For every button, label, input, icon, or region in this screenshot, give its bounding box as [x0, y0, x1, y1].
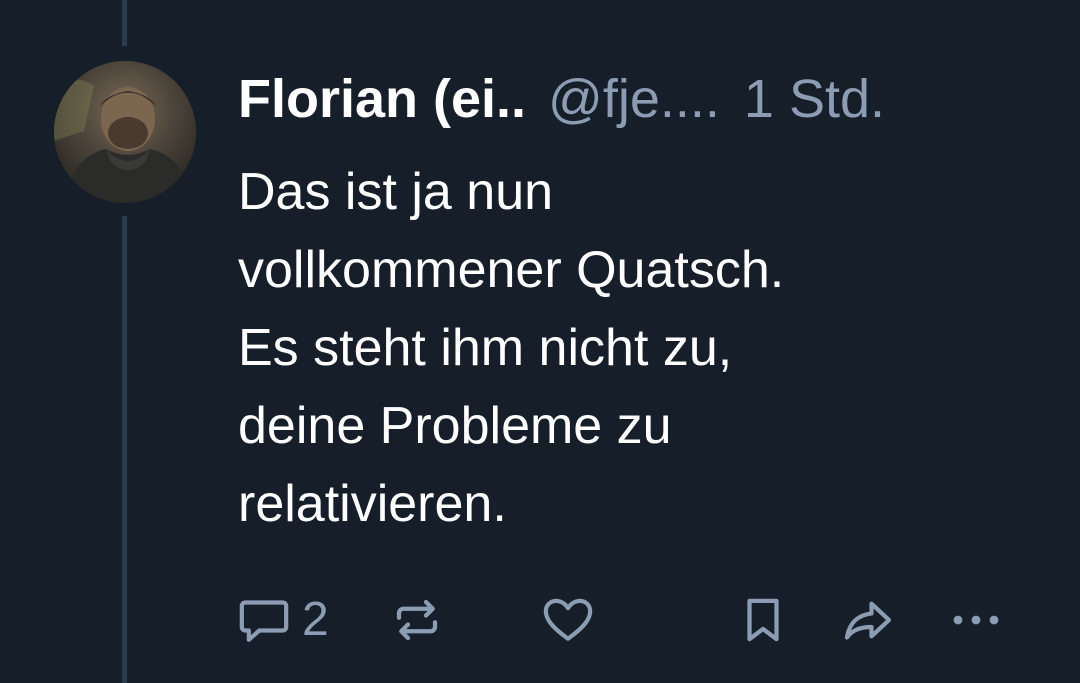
- avatar[interactable]: [54, 61, 196, 203]
- share-button[interactable]: [838, 588, 898, 652]
- ellipsis-icon: [953, 615, 999, 625]
- bookmark-button[interactable]: [736, 588, 790, 652]
- post-text-line: Das ist ja nun: [238, 163, 554, 221]
- reply-count: 2: [302, 593, 329, 646]
- post-header: Florian (ei.. @fje.... 1 Std.: [238, 64, 885, 134]
- reply-button[interactable]: 2: [236, 588, 329, 652]
- post-text-line: vollkommener Quatsch.: [238, 241, 785, 299]
- post-text-line: relativieren.: [238, 475, 507, 533]
- author-display-name[interactable]: Florian (ei..: [238, 64, 526, 134]
- bookmark-icon: [747, 598, 779, 642]
- speech-bubble-icon: [239, 600, 289, 642]
- thread-line-top: [122, 0, 127, 46]
- post-timestamp[interactable]: 1 Std.: [744, 64, 885, 134]
- like-button[interactable]: [540, 588, 596, 652]
- share-arrow-icon: [844, 601, 892, 640]
- repost-button[interactable]: [390, 588, 444, 652]
- author-handle[interactable]: @fje....: [548, 64, 720, 134]
- user-photo-avatar-icon: [54, 61, 196, 203]
- repost-arrows-icon: [396, 599, 438, 641]
- post-text-line: Es steht ihm nicht zu,: [238, 319, 733, 377]
- more-button[interactable]: [946, 588, 1006, 652]
- post-actions-bar: 2: [0, 588, 1080, 652]
- heart-icon: [543, 598, 593, 641]
- post-text: Das ist ja nun vollkommener Quatsch. Es …: [238, 153, 1038, 543]
- post-text-line: deine Probleme zu: [238, 397, 672, 455]
